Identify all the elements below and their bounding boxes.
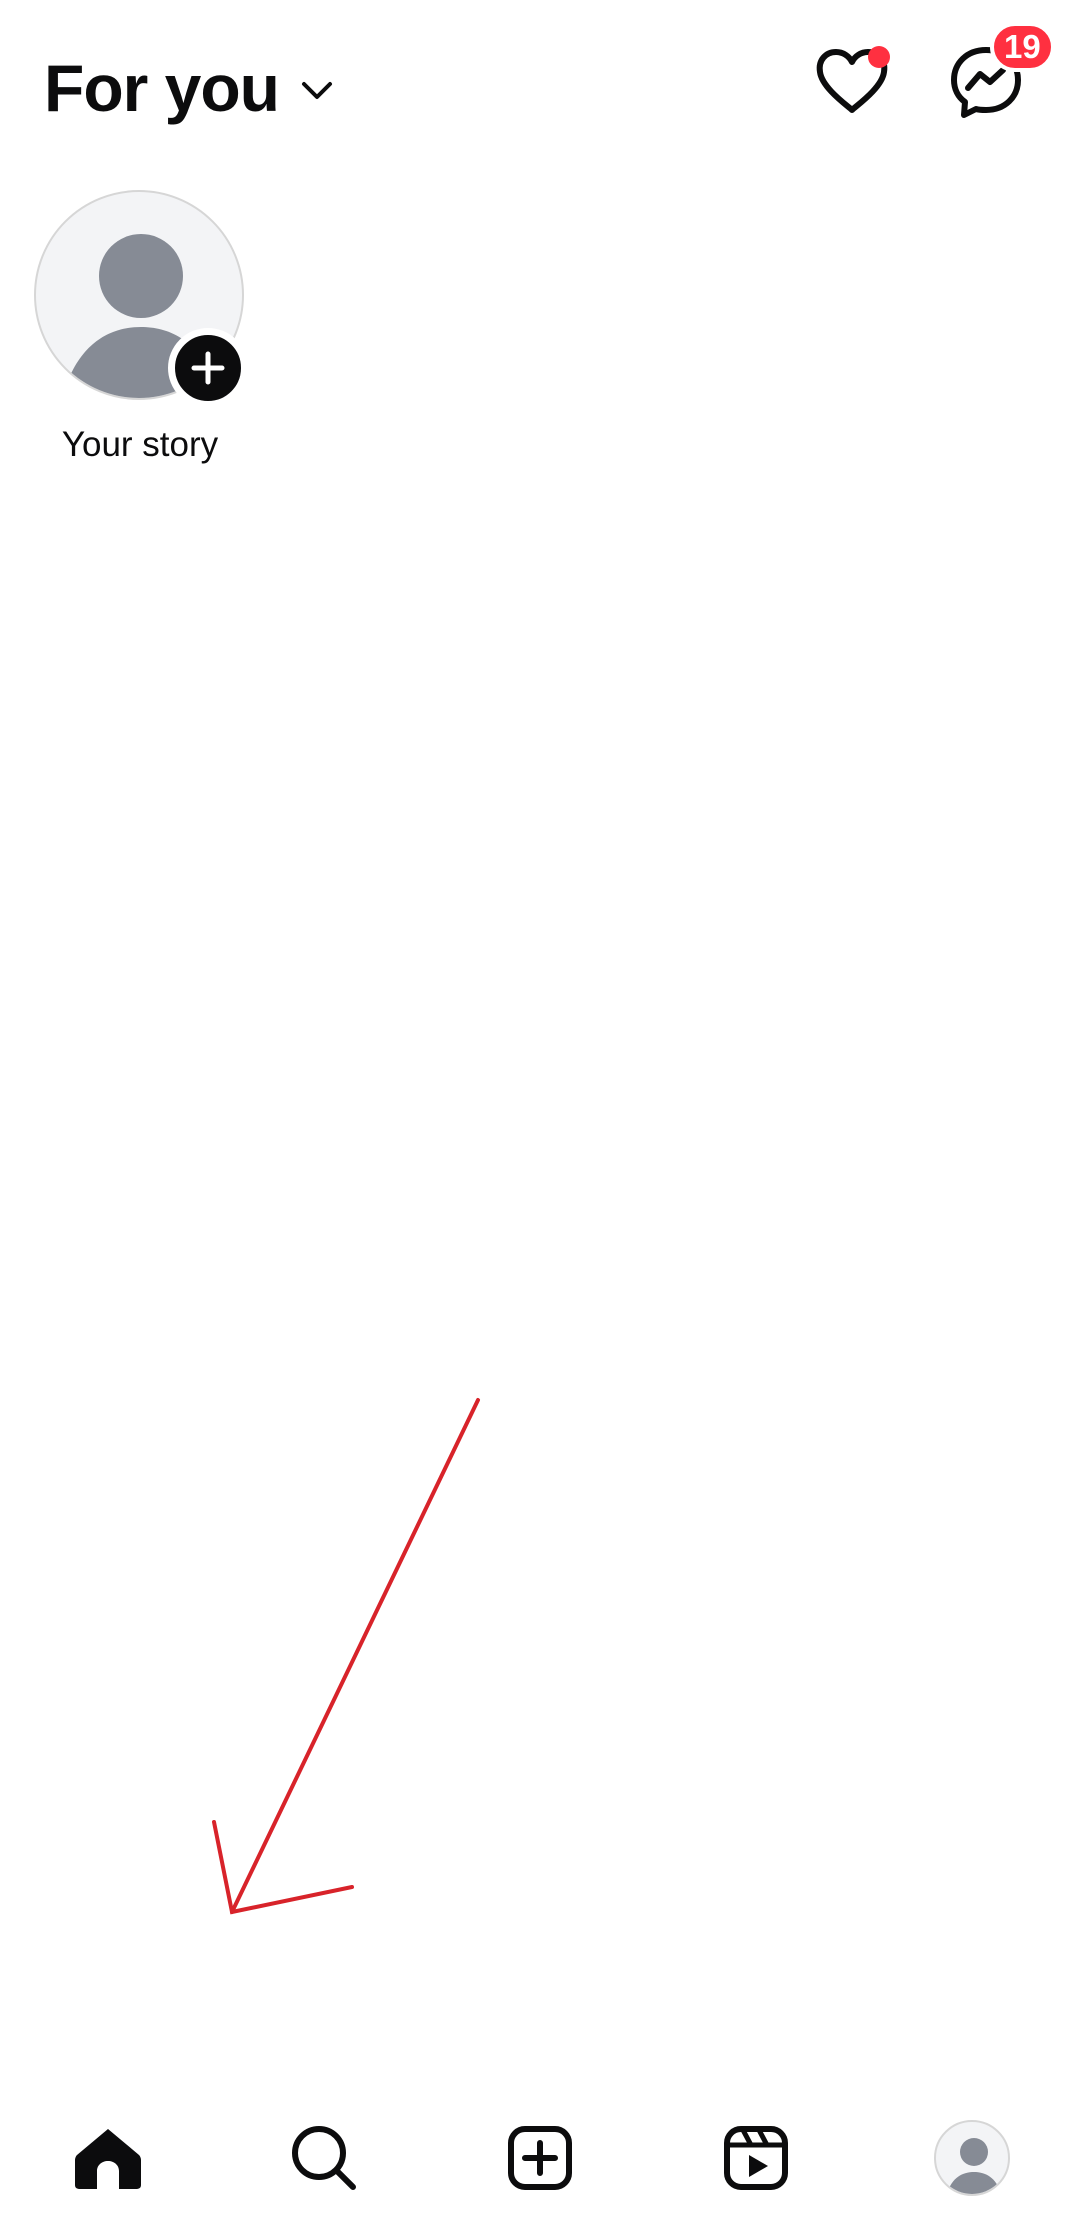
top-header: For you 19 (0, 0, 1080, 175)
search-icon (292, 2126, 356, 2190)
bottom-nav (0, 2080, 1080, 2225)
feed-title: For you (44, 51, 280, 125)
nav-reels[interactable] (706, 2108, 806, 2208)
chevron-down-icon (302, 82, 332, 99)
nav-profile[interactable] (922, 2108, 1022, 2208)
messages-button[interactable]: 19 (946, 22, 1055, 122)
nav-search[interactable] (274, 2108, 374, 2208)
plus-icon (191, 351, 225, 385)
home-icon (75, 2129, 141, 2189)
reels-icon (724, 2126, 788, 2190)
annotation-arrow (212, 1398, 480, 1915)
avatar-icon (947, 2138, 1001, 2194)
app-screen: For you 19 Your story (0, 0, 1080, 2225)
notification-dot (868, 46, 890, 68)
feed-switcher[interactable]: For you (44, 48, 333, 128)
story-label: Your story (61, 425, 219, 464)
notifications-button[interactable] (812, 42, 892, 122)
profile-avatar (934, 2120, 1010, 2196)
nav-create[interactable] (490, 2108, 590, 2208)
messages-badge: 19 (990, 22, 1055, 72)
nav-home[interactable] (58, 2108, 158, 2208)
add-post-icon (508, 2126, 572, 2190)
add-story-button[interactable] (168, 328, 248, 408)
